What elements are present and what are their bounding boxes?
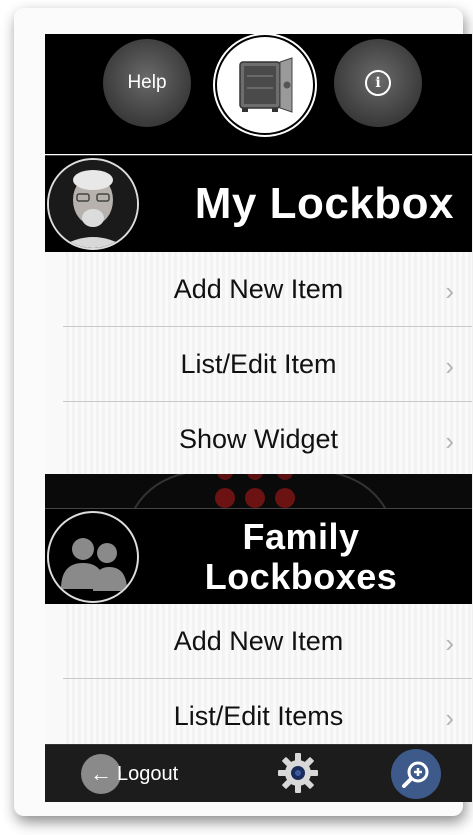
settings-button[interactable] xyxy=(276,751,320,795)
chevron-right-icon: › xyxy=(445,628,454,658)
family-add-new-item-button[interactable]: Add New Item › xyxy=(63,604,472,679)
chevron-right-icon: › xyxy=(445,703,454,733)
menu-item-label: Add New Item xyxy=(173,273,344,304)
app-screen: Help i My Lockbox Add New Item › List/Ed… xyxy=(45,34,472,802)
chevron-right-icon: › xyxy=(445,426,454,456)
top-bar: Help i xyxy=(45,34,472,154)
list-edit-item-button[interactable]: List/Edit Item › xyxy=(63,327,472,402)
keypad-background-image xyxy=(45,474,472,508)
gear-icon xyxy=(278,753,318,793)
logout-button[interactable]: ← Logout xyxy=(81,753,178,795)
family-lockboxes-title: Family Lockboxes xyxy=(186,509,416,605)
help-button[interactable]: Help xyxy=(103,39,191,127)
show-widget-button[interactable]: Show Widget › xyxy=(63,402,472,476)
zoom-icon xyxy=(402,761,429,788)
bottom-toolbar: ← Logout xyxy=(45,744,472,802)
add-new-item-button[interactable]: Add New Item › xyxy=(63,252,472,327)
device-frame: Help i My Lockbox Add New Item › List/Ed… xyxy=(14,8,472,816)
safe-button[interactable] xyxy=(217,37,313,133)
chevron-right-icon: › xyxy=(445,351,454,381)
my-lockbox-header: My Lockbox xyxy=(45,155,472,252)
my-lockbox-title: My Lockbox xyxy=(194,179,454,228)
family-lockboxes-header: Family Lockboxes xyxy=(45,508,472,605)
logout-label: Logout xyxy=(117,762,179,785)
person-photo-icon xyxy=(49,160,137,248)
keypad-icon xyxy=(134,474,386,508)
menu-item-label: Show Widget xyxy=(178,423,339,454)
zoom-button[interactable] xyxy=(391,749,441,799)
family-list-edit-items-button[interactable]: List/Edit Items › xyxy=(63,679,472,753)
arrow-left-icon: ← xyxy=(81,754,121,794)
user-avatar xyxy=(47,158,139,250)
my-lockbox-menu: Add New Item › List/Edit Item › Show Wid… xyxy=(45,252,472,476)
family-title-line1: Family xyxy=(242,516,360,557)
help-label: Help xyxy=(127,72,167,93)
menu-item-label: List/Edit Item xyxy=(180,348,337,379)
menu-item-label: List/Edit Items xyxy=(173,700,344,731)
safe-icon xyxy=(239,57,293,113)
group-avatar xyxy=(47,511,139,603)
menu-item-label: Add New Item xyxy=(173,625,344,656)
group-icon xyxy=(61,538,127,591)
info-icon: i xyxy=(365,70,391,96)
chevron-right-icon: › xyxy=(445,276,454,306)
family-title-line2: Lockboxes xyxy=(204,556,398,597)
family-lockboxes-menu: Add New Item › List/Edit Items › xyxy=(45,604,472,753)
info-button[interactable]: i xyxy=(334,39,422,127)
